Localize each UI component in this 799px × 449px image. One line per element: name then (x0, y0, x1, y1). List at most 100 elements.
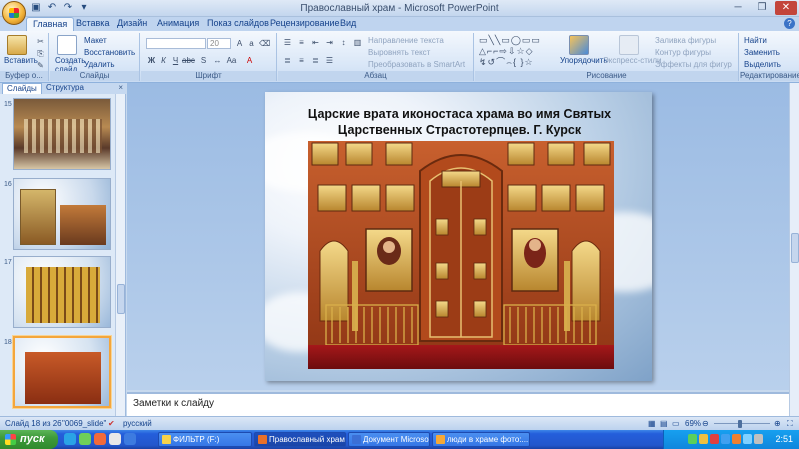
font-size-field[interactable]: 20 (207, 38, 231, 49)
paste-label[interactable]: Вставить (4, 56, 38, 65)
shape-effects-button[interactable]: Эффекты для фигур (655, 60, 732, 69)
app-icon[interactable] (109, 433, 121, 445)
smartart-button[interactable]: Преобразовать в SmartArt (368, 60, 465, 69)
iconostasis-photo[interactable] (308, 141, 614, 369)
arrange-icon[interactable] (569, 35, 589, 55)
decrease-indent-icon[interactable]: ⇤ (310, 37, 321, 48)
tray-icon[interactable] (732, 434, 741, 444)
slide-thumbnail[interactable] (13, 178, 111, 250)
line-spacing-icon[interactable]: ↕ (338, 37, 349, 48)
tab-home[interactable]: Главная (26, 17, 75, 31)
spelling-icon[interactable]: ✔ (108, 417, 115, 430)
shapes-gallery[interactable]: ▭╲╲▭◯▭▭ △⌐⌐⇨⇩☆◇ ↯↺⌒⌢{ }☆ (479, 35, 559, 69)
editor-scrollbar[interactable] (789, 83, 799, 416)
format-painter-icon[interactable]: ✎ (35, 60, 46, 71)
copy-icon[interactable]: ⎘ (35, 48, 46, 59)
task-browser[interactable]: люди в храме фото:... (432, 432, 530, 447)
ie-icon[interactable] (64, 433, 76, 445)
delete-slide-button[interactable]: Удалить (84, 60, 115, 69)
tab-slides[interactable]: Слайды (2, 83, 42, 94)
quick-styles-icon[interactable] (619, 35, 639, 55)
tab-design[interactable]: Дизайн (111, 17, 153, 31)
tray-icon[interactable] (743, 434, 752, 444)
spacing-icon[interactable]: ↔ (212, 55, 223, 66)
shadow-icon[interactable]: S (198, 55, 209, 66)
layout-button[interactable]: Макет (84, 36, 107, 45)
text-direction-button[interactable]: Направление текста (368, 36, 444, 45)
minimize-button[interactable]: ─ (727, 1, 749, 15)
slide-thumbnail[interactable] (13, 98, 111, 170)
tab-animation[interactable]: Анимация (151, 17, 205, 31)
align-right-icon[interactable]: ≣ (310, 55, 321, 66)
slide-title[interactable]: Царские врата иконостаса храма во имя Св… (287, 106, 632, 138)
clear-format-icon[interactable]: ⌫ (259, 38, 270, 49)
tray-icon[interactable] (699, 434, 708, 444)
align-center-icon[interactable]: ≡ (296, 55, 307, 66)
columns-icon[interactable]: ▥ (352, 37, 363, 48)
zoom-out-icon[interactable]: ⊖ (702, 417, 709, 430)
bold-icon[interactable]: Ж (146, 55, 157, 66)
app-icon[interactable] (94, 433, 106, 445)
justify-icon[interactable]: ☰ (324, 55, 335, 66)
align-left-icon[interactable]: ≣ (282, 55, 293, 66)
tray-icon[interactable] (754, 434, 763, 444)
normal-view-icon[interactable]: ▦ (648, 417, 656, 430)
tab-outline[interactable]: Структура (42, 83, 88, 94)
underline-icon[interactable]: Ч (170, 55, 181, 66)
current-slide[interactable]: Царские врата иконостаса храма во имя Св… (265, 92, 652, 381)
zoom-level[interactable]: 69% (685, 417, 701, 430)
strikethrough-icon[interactable]: abc (182, 55, 195, 66)
start-button[interactable]: пуск (0, 430, 58, 449)
cut-icon[interactable]: ✂ (35, 36, 46, 47)
slide-thumbnail-selected[interactable] (13, 336, 111, 408)
replace-button[interactable]: Заменить (744, 48, 780, 57)
numbering-icon[interactable]: ≡ (296, 37, 307, 48)
slide-thumbnail[interactable] (13, 256, 111, 328)
zoom-in-icon[interactable]: ⊕ (774, 417, 781, 430)
fit-window-icon[interactable]: ⛶ (787, 417, 793, 430)
change-case-icon[interactable]: Aa (226, 55, 237, 66)
align-text-button[interactable]: Выровнять текст (368, 48, 430, 57)
close-button[interactable]: ✕ (775, 1, 797, 15)
task-powerpoint[interactable]: Православный храм (254, 432, 346, 447)
new-slide-icon[interactable] (57, 35, 77, 55)
tray-icon[interactable] (710, 434, 719, 444)
tab-insert[interactable]: Вставка (70, 17, 115, 31)
notes-pane[interactable]: Заметки к слайду (127, 392, 789, 416)
reset-button[interactable]: Восстановить (84, 48, 135, 57)
thumb-number: 16 (4, 181, 12, 188)
tab-view[interactable]: Вид (334, 17, 362, 31)
shape-outline-button[interactable]: Контур фигуры (655, 48, 711, 57)
help-icon[interactable]: ? (784, 18, 795, 29)
find-button[interactable]: Найти (744, 36, 767, 45)
italic-icon[interactable]: К (158, 55, 169, 66)
office-button[interactable] (2, 1, 26, 25)
font-name-field[interactable] (146, 38, 206, 49)
language-indicator[interactable]: русский (123, 417, 152, 430)
quick-styles-button[interactable]: Экспресс-стили (603, 56, 662, 65)
grow-font-icon[interactable]: A (234, 38, 245, 49)
shape-fill-button[interactable]: Заливка фигуры (655, 36, 716, 45)
font-color-icon[interactable]: A (244, 55, 255, 66)
panel-close-icon[interactable]: × (118, 83, 123, 92)
zoom-slider[interactable] (714, 423, 770, 424)
task-word-document[interactable]: Документ Microsoft ... (348, 432, 430, 447)
shrink-font-icon[interactable]: a (246, 38, 257, 49)
sorter-view-icon[interactable]: ▤ (660, 417, 668, 430)
zoom-slider-handle[interactable] (738, 420, 742, 428)
slide-title-line-2: Царственных Страстотерпцев. Г. Курск (337, 123, 582, 137)
tray-icon[interactable] (688, 434, 697, 444)
bullets-icon[interactable]: ☰ (282, 37, 293, 48)
increase-indent-icon[interactable]: ⇥ (324, 37, 335, 48)
task-filter-folder[interactable]: ФИЛЬТР (F:) (158, 432, 252, 447)
arrange-button[interactable]: Упорядочить (560, 56, 608, 65)
app-icon[interactable] (124, 433, 136, 445)
tray-icon[interactable] (721, 434, 730, 444)
panel-scrollbar[interactable] (115, 94, 125, 416)
restore-button[interactable]: ❐ (751, 1, 773, 15)
select-button[interactable]: Выделить (744, 60, 781, 69)
theme-name: "0069_slide" (62, 419, 107, 428)
paste-icon[interactable] (7, 35, 27, 55)
slideshow-view-icon[interactable]: ▭ (672, 417, 680, 430)
app-icon[interactable] (79, 433, 91, 445)
